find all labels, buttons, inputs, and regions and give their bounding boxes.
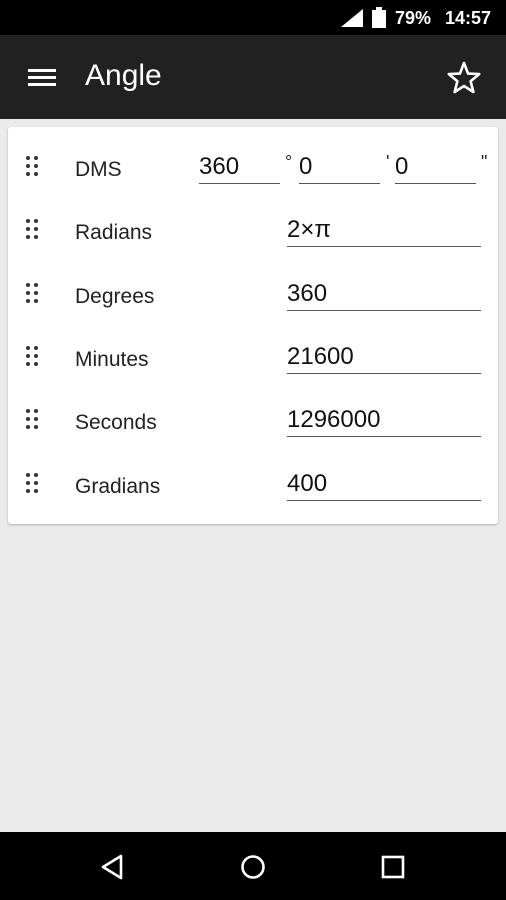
seconds-input[interactable]: 1296000 (287, 401, 481, 437)
unit-label: DMS (75, 158, 122, 181)
clock: 14:57 (445, 8, 492, 28)
unit-row-degrees: Degrees 360 (8, 265, 498, 328)
system-navigation-bar (0, 832, 506, 900)
star-outline-icon[interactable] (444, 59, 484, 95)
dms-seconds-input[interactable]: 0 (395, 148, 476, 184)
signal-icon (341, 9, 363, 27)
second-symbol: " (481, 152, 488, 172)
drag-handle-icon[interactable] (26, 219, 42, 245)
drag-handle-icon[interactable] (26, 156, 42, 182)
status-bar: 79% 14:57 (0, 0, 506, 35)
page-title: Angle (85, 59, 162, 92)
unit-row-gradians: Gradians 400 (8, 455, 498, 518)
unit-row-radians: Radians 2×π (8, 201, 498, 264)
gradians-input[interactable]: 400 (287, 465, 481, 501)
unit-row-dms: DMS 360 ° 0 ' 0 " (8, 138, 498, 201)
unit-label: Radians (75, 221, 153, 244)
home-circle-icon[interactable] (236, 850, 270, 884)
degrees-input[interactable]: 360 (287, 275, 481, 311)
minute-symbol: ' (386, 152, 390, 172)
recents-square-icon[interactable] (376, 850, 410, 884)
app-bar: Angle (0, 35, 506, 119)
radians-input[interactable]: 2×π (287, 211, 481, 247)
unit-row-minutes: Minutes 21600 (8, 328, 498, 391)
battery-percentage: 79% (395, 8, 432, 28)
battery-icon (372, 7, 386, 28)
dms-degrees-input[interactable]: 360 (199, 148, 280, 184)
unit-label: Degrees (75, 285, 155, 308)
dms-minutes-input[interactable]: 0 (299, 148, 380, 184)
drag-handle-icon[interactable] (26, 283, 42, 309)
unit-label: Gradians (75, 475, 161, 498)
drag-handle-icon[interactable] (26, 409, 42, 435)
unit-label: Minutes (75, 348, 149, 371)
drag-handle-icon[interactable] (26, 346, 42, 372)
unit-label: Seconds (75, 411, 157, 434)
minutes-input[interactable]: 21600 (287, 338, 481, 374)
hamburger-menu-icon[interactable] (22, 61, 62, 93)
drag-handle-icon[interactable] (26, 473, 42, 499)
degree-symbol: ° (285, 152, 293, 172)
back-triangle-icon[interactable] (96, 850, 130, 884)
unit-list-card: DMS 360 ° 0 ' 0 " Radians 2×π Degrees 36… (8, 127, 498, 524)
unit-row-seconds: Seconds 1296000 (8, 391, 498, 454)
